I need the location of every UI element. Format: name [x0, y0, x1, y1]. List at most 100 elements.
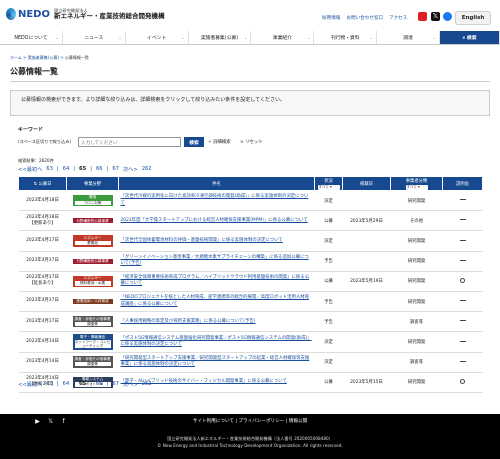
nedo-logo[interactable]: NEDO — [6, 6, 50, 22]
call-title-link[interactable]: 「次世代全固体蓄電池材料の評価・基盤技術開発」に係る実施体制の決定について — [118, 230, 315, 252]
table-row: 2023年4月17日 産業技術／人材育成 「NEDOプロジェクトを核とした人材育成、… — [18, 291, 483, 313]
nav-search-button[interactable]: ⌕ 検索 — [440, 31, 500, 44]
call-title-link[interactable]: 「次世代冷媒の実用化に向けた高効率冷凍空調技術の開発(助成)」に係る実施体制の決… — [118, 190, 315, 212]
site-header: NEDO 国立研究開発法人 新エネルギー・産業技術総合開発機構 採用情報 お問い… — [0, 0, 500, 30]
field-badge: エネルギー 燃料電池・水素 — [72, 275, 113, 288]
class-cell: 研究開発 — [390, 230, 443, 252]
pager-first[interactable]: <<最初へ — [18, 166, 42, 173]
reset-link[interactable]: × リセット — [240, 139, 263, 145]
call-date: 2023年4月14日 — [26, 338, 59, 344]
call-date: 2023年4月17日 — [26, 258, 59, 264]
date-cell: 2023年4月18日 【更新あり】 — [18, 210, 67, 232]
field-sub-label: フロン対策 — [73, 199, 112, 206]
youtube-icon[interactable] — [418, 12, 427, 21]
chevron-down-icon: ⌄ — [369, 35, 374, 40]
x-icon[interactable]: 𝕏 — [431, 12, 440, 21]
briefing-cell — [442, 291, 483, 313]
posted-cell — [342, 230, 391, 252]
status-cell: 公募 — [314, 210, 343, 232]
col-field-label: 事業分野 — [83, 181, 102, 187]
nav-publications[interactable]: 刊行物・資料 ⌄ — [314, 31, 378, 44]
pager-last[interactable]: 262 — [142, 166, 152, 173]
status-cell: 決定 — [314, 190, 343, 212]
field-badge-label: 電子・情報通信 — [79, 334, 106, 339]
nav-label: ニュース — [84, 36, 104, 41]
field-badge-label: 分野横断的公募事業 — [76, 218, 109, 223]
title-divider — [10, 81, 490, 82]
call-title-link[interactable]: 「研究開発型スタートアップ支援事業／研究開発型スタートアップの起業・経営人材確保… — [118, 352, 315, 373]
field-sub-label: 燃料電池・水素 — [73, 280, 112, 287]
briefing-cell — [442, 230, 483, 252]
facebook-icon[interactable] — [443, 12, 452, 21]
posted-cell: 2023年5月29日 — [342, 210, 391, 232]
logo-mark-icon — [6, 8, 16, 20]
pager-page[interactable]: 64 — [63, 166, 70, 173]
detail-search-label: 詳細検索 — [213, 140, 231, 145]
english-button[interactable]: English — [455, 11, 491, 25]
nav-news[interactable]: ニュース ⌄ — [63, 31, 126, 44]
table-row: 2023年4月18日 環境 フロン対策 「次世代冷媒の実用化に向けた高効率冷凍空調技術… — [18, 190, 483, 212]
breadcrumb-calls[interactable]: 実施者募集(公募) — [28, 55, 59, 60]
nav-events[interactable]: イベント ⌄ — [126, 31, 189, 44]
field-cell: 分野横断的公募事業 — [66, 251, 119, 272]
call-title-link[interactable]: 「経済安全保障重要技術育成プログラム／ハイブリッドクラウド利用基盤技術の開発」に… — [118, 271, 315, 292]
field-badge-label: 調査・評価その他事業 — [74, 316, 111, 321]
pager-page[interactable]: 67 — [112, 166, 119, 173]
call-title-link[interactable]: 「ポスト5G情報通信システム基盤強化研究開発事業／ポスト5G情報通信システムの開… — [118, 331, 315, 353]
pager-first[interactable]: <<最初へ — [18, 381, 42, 388]
status-cell: 決定 — [314, 230, 343, 252]
detail-search-link[interactable]: + 詳細検索 — [208, 139, 231, 145]
pager-next[interactable]: 次へ> — [123, 381, 138, 388]
col-status-label: 状況 — [324, 178, 333, 184]
status-cell: 予告 — [314, 311, 343, 333]
pager-next-label: 次へ — [122, 382, 134, 388]
pager-page[interactable]: 66 — [96, 381, 103, 388]
pager-last[interactable]: 262 — [142, 381, 152, 388]
call-title-link[interactable]: 2023年度「大学発スタートアップにおける経営人材確保支援事業(MPM)」に係る… — [118, 210, 315, 232]
search-button[interactable]: 検索 — [184, 137, 204, 147]
keyword-input[interactable] — [78, 137, 181, 147]
status-cell: 決定 — [314, 331, 343, 353]
field-sub-label: 調査等 — [73, 361, 112, 368]
status-cell: 予告 — [314, 251, 343, 272]
recruit-link[interactable]: 採用情報 — [322, 15, 340, 21]
contact-link[interactable]: お問い合わせ窓口 — [346, 15, 383, 21]
dash-icon — [459, 300, 466, 301]
class-cell: 研究開発 — [390, 331, 443, 353]
pager-page[interactable]: 63 — [46, 166, 53, 173]
call-title-link[interactable]: 「グリーンイノベーション基金事業／大規模水素サプライチェーンの構築」に係る追加公… — [118, 251, 315, 272]
nav-calls[interactable]: 実施者募集(公募) ⌄ — [189, 31, 252, 44]
call-date: 2023年4月14日 — [26, 359, 59, 365]
nav-label: イベント — [147, 36, 167, 41]
call-title-link[interactable]: 「NEDOプロジェクトを核とした人材育成、産学連携等の総合的展開／高度ロボット活… — [118, 291, 315, 313]
pager-page[interactable]: 66 — [96, 166, 103, 173]
pager-page[interactable]: 63 — [46, 381, 53, 388]
footer-link-site[interactable]: サイト利用について — [193, 419, 234, 424]
field-cell: 調査・評価その他事業 調査等 — [66, 352, 119, 373]
keyword-label: キーワード — [18, 127, 44, 133]
date-cell: 2023年4月17日 — [18, 251, 67, 272]
status-filter-value: すべて — [318, 184, 329, 189]
status-filter-select[interactable]: すべて ▾ — [317, 184, 340, 190]
nav-projects[interactable]: 事業紹介 ⌄ — [251, 31, 315, 44]
access-link[interactable]: アクセス — [389, 15, 407, 21]
circle-icon — [460, 277, 465, 283]
call-title-text: 「ポスト5G情報通信システム基盤強化研究開発事業／ポスト5G情報通信システムの開… — [120, 335, 312, 347]
breadcrumb-home[interactable]: ホーム — [10, 55, 22, 60]
pager-next[interactable]: 次へ> — [123, 166, 138, 173]
call-title-link[interactable]: 「人事採用戦略の策定及び採用支援業務」に係る公募について(予告) — [118, 311, 315, 333]
col-date[interactable]: ⇅ 公募日 — [18, 176, 67, 191]
table-row: 2023年4月17日 【延長あり】 エネルギー 燃料電池・水素 「経済安全保障重要技術育… — [18, 271, 483, 292]
pager-page[interactable]: 64 — [63, 381, 70, 388]
page-title: 公募情報一覧 — [10, 67, 58, 76]
footer-link-privacy[interactable]: プライバシーポリシー — [238, 419, 284, 424]
pager-page[interactable]: 67 — [112, 381, 119, 388]
class-filter-select[interactable]: すべて ▾ — [405, 184, 428, 190]
briefing-cell — [442, 352, 483, 373]
nav-about[interactable]: NEDOについて ⌄ — [0, 31, 63, 44]
footer-link-disclosure[interactable]: 情報公開 — [289, 419, 307, 424]
field-badge: 分野横断的公募事業 — [72, 218, 113, 224]
field-badge: 調査・評価その他事業 調査等 — [72, 356, 113, 368]
nav-procurement[interactable]: 調達 ⌄ — [377, 31, 441, 44]
col-posted: 掲載日 — [342, 176, 391, 191]
